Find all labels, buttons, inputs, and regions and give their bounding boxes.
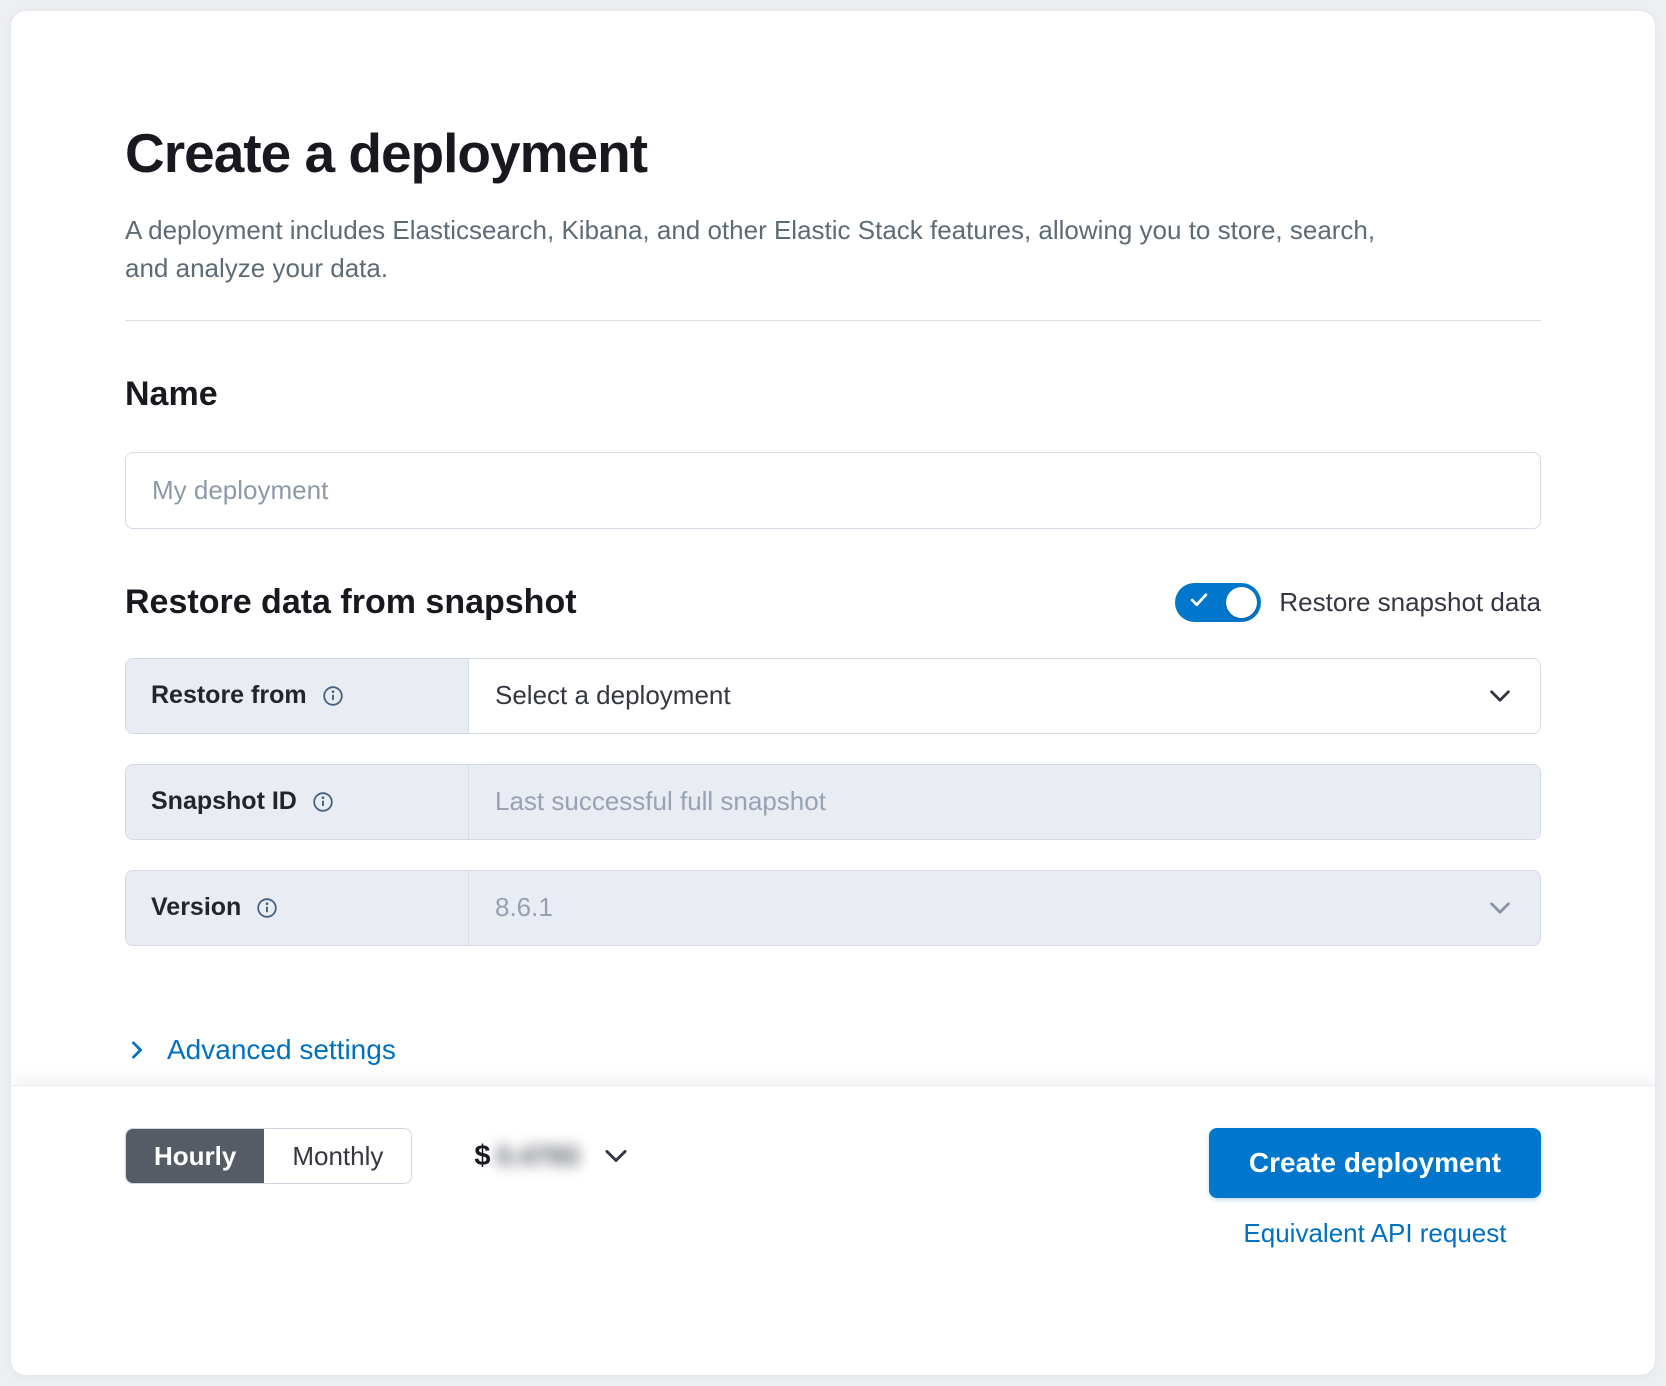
billing-hourly-button[interactable]: Hourly [126, 1129, 264, 1183]
restore-from-value: Select a deployment [495, 680, 731, 711]
billing-monthly-button[interactable]: Monthly [264, 1129, 411, 1183]
info-icon[interactable] [322, 685, 344, 707]
create-deployment-button[interactable]: Create deployment [1209, 1128, 1541, 1198]
snapshot-id-label-cell: Snapshot ID [126, 765, 469, 839]
version-value: 8.6.1 [495, 892, 553, 923]
restore-from-row: Restore from Select a deployment [125, 658, 1541, 734]
footer-actions: Create deployment Equivalent API request [1209, 1128, 1541, 1249]
page-subtitle: A deployment includes Elasticsearch, Kib… [125, 211, 1415, 288]
toggle-knob [1226, 587, 1257, 618]
version-select[interactable]: 8.6.1 [469, 871, 1540, 945]
restore-section-header: Restore data from snapshot Restore snaps… [125, 583, 1541, 622]
price-dropdown[interactable]: $ 0.4793 [474, 1128, 631, 1184]
bottom-bar: Hourly Monthly $ 0.4793 Create deploymen… [11, 1085, 1655, 1375]
snapshot-id-label: Snapshot ID [151, 787, 297, 816]
restore-snapshot-toggle[interactable] [1175, 583, 1261, 622]
snapshot-id-input[interactable] [469, 765, 1540, 839]
divider [125, 320, 1541, 321]
currency-symbol: $ [474, 1140, 490, 1173]
price-value: 0.4793 [497, 1141, 580, 1172]
restore-from-label-cell: Restore from [126, 659, 469, 733]
restore-toggle-group: Restore snapshot data [1175, 583, 1541, 622]
create-deployment-card: Create a deployment A deployment include… [10, 10, 1656, 1376]
main-content: Create a deployment A deployment include… [11, 11, 1655, 1085]
chevron-down-icon [601, 1141, 631, 1171]
chevron-down-icon [1486, 682, 1514, 710]
billing-interval-toggle: Hourly Monthly [125, 1128, 412, 1184]
info-icon[interactable] [312, 791, 334, 813]
info-icon[interactable] [256, 897, 278, 919]
restore-form: Restore from Select a deployment Snapsho… [125, 658, 1541, 946]
checkmark-icon [1188, 589, 1210, 616]
deployment-name-input[interactable] [125, 452, 1541, 529]
version-label: Version [151, 893, 241, 922]
page-title: Create a deployment [125, 121, 1541, 185]
restore-from-select[interactable]: Select a deployment [469, 659, 1540, 733]
restore-section-heading: Restore data from snapshot [125, 583, 577, 622]
advanced-settings-label: Advanced settings [167, 1034, 396, 1066]
version-row: Version 8.6.1 [125, 870, 1541, 946]
chevron-down-icon [1486, 894, 1514, 922]
equivalent-api-request-link[interactable]: Equivalent API request [1243, 1218, 1506, 1249]
version-label-cell: Version [126, 871, 469, 945]
name-section-heading: Name [125, 375, 1541, 414]
restore-from-label: Restore from [151, 681, 307, 710]
snapshot-id-row: Snapshot ID [125, 764, 1541, 840]
restore-toggle-label: Restore snapshot data [1279, 587, 1541, 618]
advanced-settings-link[interactable]: Advanced settings [125, 1034, 396, 1066]
chevron-right-icon [125, 1038, 149, 1062]
